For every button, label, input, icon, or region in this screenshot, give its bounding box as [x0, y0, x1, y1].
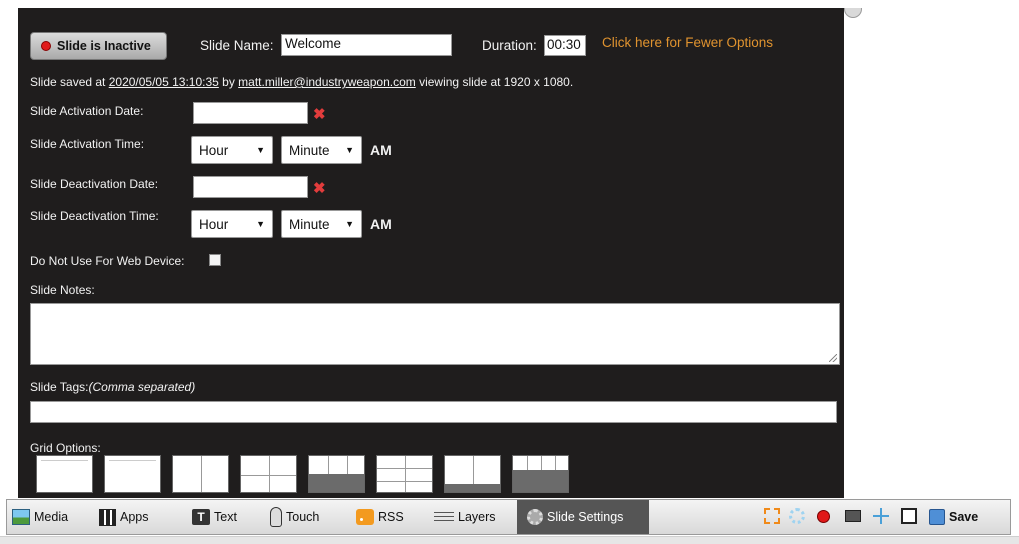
duration-input[interactable]: 00:30: [544, 35, 586, 56]
toolbar-text[interactable]: T Text: [192, 500, 237, 534]
web-device-checkbox[interactable]: [209, 254, 221, 266]
clear-activation-date-icon[interactable]: ✖: [313, 105, 326, 123]
toolbar-layers[interactable]: Layers: [434, 500, 496, 534]
slide-status-label: Slide is Inactive: [57, 39, 151, 53]
slide-tags-hint: (Comma separated): [88, 380, 196, 394]
grid-option-3[interactable]: [172, 455, 229, 493]
save-status-text: Slide saved at 2020/05/05 13:10:35 by ma…: [30, 75, 573, 89]
deactivation-time-label: Slide Deactivation Time:: [30, 209, 159, 223]
slide-tags-input[interactable]: [30, 401, 837, 423]
deactivation-hour-select[interactable]: Hour ▼: [191, 210, 273, 238]
image-icon: [12, 509, 30, 525]
saved-user-link[interactable]: matt.miller@industryweapon.com: [238, 75, 416, 89]
resize-grip-icon[interactable]: [829, 354, 837, 362]
slide-status-button[interactable]: Slide is Inactive: [30, 32, 167, 60]
slide-name-label: Slide Name:: [200, 38, 274, 53]
grid-option-5[interactable]: [308, 455, 365, 493]
activation-date-label: Slide Activation Date:: [30, 104, 144, 118]
grid-option-1[interactable]: [36, 455, 93, 493]
toolbar-media-label: Media: [34, 510, 69, 524]
deactivation-hour-value: Hour: [199, 216, 229, 232]
web-device-label: Do Not Use For Web Device:: [30, 254, 185, 268]
chevron-down-icon: ▼: [256, 145, 265, 155]
touch-hand-icon: [270, 507, 282, 527]
toolbar-rss[interactable]: RSS: [356, 500, 404, 534]
grid-option-6[interactable]: [376, 455, 433, 493]
activation-time-label: Slide Activation Time:: [30, 137, 145, 151]
activation-hour-value: Hour: [199, 142, 229, 158]
activation-minute-value: Minute: [289, 142, 330, 158]
brightness-icon[interactable]: [789, 508, 805, 524]
deactivation-ampm-label: AM: [370, 216, 392, 232]
slide-tags-label-text: Slide Tags:: [30, 380, 89, 394]
toolbar-rss-label: RSS: [378, 510, 404, 524]
deactivation-minute-select[interactable]: Minute ▼: [281, 210, 362, 238]
toolbar-slide-settings[interactable]: Slide Settings: [517, 500, 649, 534]
save-button[interactable]: Save: [929, 500, 978, 534]
new-slide-icon[interactable]: [901, 508, 917, 524]
status-dot-icon: [41, 41, 51, 51]
toolbar-touch-label: Touch: [286, 510, 320, 524]
slide-name-input[interactable]: Welcome: [281, 34, 452, 56]
slide-notes-label: Slide Notes:: [30, 283, 95, 297]
grid-option-4[interactable]: [240, 455, 297, 493]
slide-notes-textarea[interactable]: [30, 303, 840, 365]
toolbar-apps-label: Apps: [120, 510, 149, 524]
rss-icon: [356, 509, 374, 525]
chevron-down-icon: ▼: [345, 219, 354, 229]
deactivation-date-label: Slide Deactivation Date:: [30, 177, 159, 191]
toolbar-layers-label: Layers: [458, 510, 496, 524]
fewer-options-link[interactable]: Click here for Fewer Options: [602, 35, 773, 50]
selection-icon[interactable]: [764, 508, 780, 524]
grid-icon: [99, 508, 116, 526]
toolbar-slide-settings-label: Slide Settings: [547, 510, 624, 524]
toolbar-media[interactable]: Media: [12, 500, 68, 534]
deactivation-date-input[interactable]: [193, 176, 308, 198]
chevron-down-icon: ▼: [256, 219, 265, 229]
activation-date-input[interactable]: [193, 102, 308, 124]
saved-by: by: [218, 75, 239, 89]
activation-hour-select[interactable]: Hour ▼: [191, 136, 273, 164]
close-icon[interactable]: [844, 8, 862, 20]
grid-option-2[interactable]: [104, 455, 161, 493]
save-icon: [929, 509, 945, 525]
deactivation-minute-value: Minute: [289, 216, 330, 232]
chevron-down-icon: ▼: [345, 145, 354, 155]
toolbar-touch[interactable]: Touch: [270, 500, 319, 534]
saved-timestamp-link[interactable]: 2020/05/05 13:10:35: [109, 75, 219, 89]
layers-icon: [434, 512, 454, 522]
gear-icon: [527, 509, 543, 525]
saved-prefix: Slide saved at: [30, 75, 109, 89]
slide-tags-label: Slide Tags:(Comma separated): [30, 380, 195, 394]
clear-deactivation-date-icon[interactable]: ✖: [313, 179, 326, 197]
toolbar-text-label: Text: [214, 510, 237, 524]
toolbar-apps[interactable]: Apps: [99, 500, 149, 534]
grid-options-label: Grid Options:: [30, 441, 101, 455]
text-icon: T: [192, 509, 210, 525]
editor-toolbar: Media Apps T Text Touch RSS Layers Slide…: [6, 499, 1011, 535]
record-icon[interactable]: [817, 510, 830, 523]
activation-minute-select[interactable]: Minute ▼: [281, 136, 362, 164]
grid-option-8[interactable]: [512, 455, 569, 493]
activation-ampm-label: AM: [370, 142, 392, 158]
grid-option-7[interactable]: [444, 455, 501, 493]
crosshair-icon[interactable]: [873, 508, 889, 524]
save-label: Save: [949, 510, 979, 524]
duration-label: Duration:: [482, 38, 537, 53]
monitor-icon[interactable]: [845, 510, 861, 522]
slide-settings-panel: Slide is Inactive Slide Name: Welcome Du…: [18, 8, 862, 498]
horizontal-scrollbar[interactable]: [0, 536, 1019, 544]
saved-suffix: viewing slide at 1920 x 1080.: [415, 75, 574, 89]
